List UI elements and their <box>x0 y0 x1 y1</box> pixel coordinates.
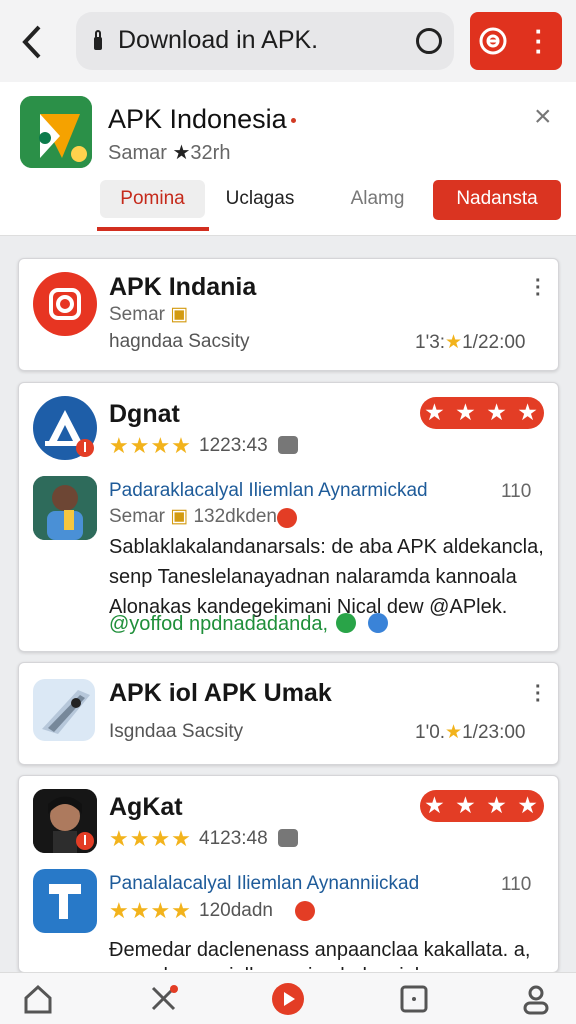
app-logo-icon <box>33 476 97 540</box>
profile-avatar <box>33 789 97 853</box>
rating-stars: ★★★★ <box>109 433 192 458</box>
app-logo-icon <box>33 679 95 741</box>
app-card[interactable]: Dgnat ★ ★ ★ ★ ★★★★ 1223:43 Padaraklacaly… <box>18 382 559 652</box>
device-icon <box>278 436 298 454</box>
app-logo-icon <box>20 96 92 168</box>
play-icon <box>277 508 297 528</box>
star-icon: ★ <box>445 722 463 743</box>
link-icon <box>368 613 388 633</box>
play-icon[interactable] <box>272 983 304 1015</box>
tab-uclagas[interactable]: Uclagas <box>220 180 300 218</box>
rating-pill: ★ ★ ★ ★ <box>420 790 544 822</box>
card-meta: 4123:48 <box>199 828 268 849</box>
url-bar[interactable]: Download in APK. <box>76 12 454 70</box>
description-line: Ɖemedar daclenenass anpaanclaa kakallata… <box>109 939 531 961</box>
item-title-link[interactable]: Padaraklacalyal Iliemlan Aynarmickad <box>109 480 428 502</box>
rating-pill: ★ ★ ★ ★ <box>420 397 544 429</box>
menu-dots-icon[interactable]: · · · <box>535 271 542 305</box>
description-line: Sablaklakalandanarsals: de aba APK aldek… <box>109 536 544 558</box>
card-meta: 1223:43 <box>199 435 268 456</box>
app-logo-icon <box>33 869 97 933</box>
home-icon[interactable] <box>22 983 54 1015</box>
device-icon[interactable] <box>398 983 430 1015</box>
item-meta: 120dadn <box>199 900 273 921</box>
card-title: APK iol APK Umak <box>109 679 332 707</box>
card-meta: 1'0.★1/23:00 <box>415 722 526 743</box>
star-icon: ★ <box>445 332 463 353</box>
tab-pomina[interactable]: Pomina <box>100 180 205 218</box>
card-category: Isgndaa Sacsity <box>109 721 244 742</box>
back-arrow-icon[interactable] <box>18 22 48 62</box>
play-icon <box>295 901 315 921</box>
extension-button[interactable]: · · · <box>470 12 562 70</box>
menu-dots-icon[interactable]: · · · <box>535 677 542 711</box>
bottom-navigation <box>0 972 576 1024</box>
card-meta: 1'3:★1/22:00 <box>415 332 526 353</box>
badge-icon: ▣ <box>170 304 189 325</box>
rating-stars: ★★★★ <box>109 826 192 851</box>
card-title: APK Indania <box>109 273 257 301</box>
menu-dots-icon[interactable]: · · · <box>534 18 544 64</box>
rating-stars: ★★★★ <box>109 898 192 923</box>
item-count: 110 <box>501 481 532 502</box>
tab-nadansta[interactable]: Nadansta <box>433 180 561 220</box>
app-card[interactable]: APK iol APK Umak Isgndaa Sacsity 1'0.★1/… <box>18 662 559 765</box>
app-logo-icon <box>33 396 97 460</box>
lock-icon <box>92 30 104 52</box>
item-subtitle: Semar ▣ 132dkden <box>109 506 277 527</box>
card-title: Dgnat <box>109 400 180 428</box>
app-header: APK Indonesia Samar ★32rh × Pomina Uclag… <box>0 82 576 236</box>
active-tab-indicator <box>97 227 209 231</box>
description-line: sennel ananeinlkanns inn balansieken <box>109 962 447 970</box>
device-icon <box>278 829 298 847</box>
app-card[interactable]: APK Indania Semar ▣ hagndaa Sacsity 1'3:… <box>18 258 559 371</box>
status-dot <box>290 118 296 124</box>
item-title-link[interactable]: Panalalacalyal Iliemlan Aynanniickad <box>109 873 419 895</box>
close-icon[interactable]: × <box>534 100 552 134</box>
camera-icon <box>33 272 97 336</box>
profile-icon[interactable] <box>520 983 552 1015</box>
card-category: hagndaa Sacsity <box>109 331 250 352</box>
star-icon: ★ <box>172 142 191 164</box>
card-subtitle: Semar ▣ <box>109 304 189 325</box>
extension-icon <box>478 26 508 56</box>
app-subtitle: Samar ★32rh <box>108 142 231 164</box>
message-icon <box>336 613 356 633</box>
app-card[interactable]: AgKat ★ ★ ★ ★ ★★★★ 4123:48 Panalalacalya… <box>18 775 559 973</box>
tools-icon[interactable] <box>148 983 180 1015</box>
tab-alamg[interactable]: Alamg <box>340 180 415 218</box>
item-count: 110 <box>501 874 532 895</box>
url-text: Download in APK. <box>118 26 319 54</box>
browser-toolbar: Download in APK. · · · <box>0 0 576 82</box>
card-title: AgKat <box>109 793 183 821</box>
badge-icon: ▣ <box>170 506 189 527</box>
description-line: senp Taneslelanayadnan nalaramda kannoal… <box>109 566 517 588</box>
handle-link[interactable]: @yoffod npdnadadanda, <box>109 613 328 636</box>
refresh-circle-icon[interactable] <box>416 28 442 54</box>
app-name: APK Indonesia <box>108 104 296 135</box>
